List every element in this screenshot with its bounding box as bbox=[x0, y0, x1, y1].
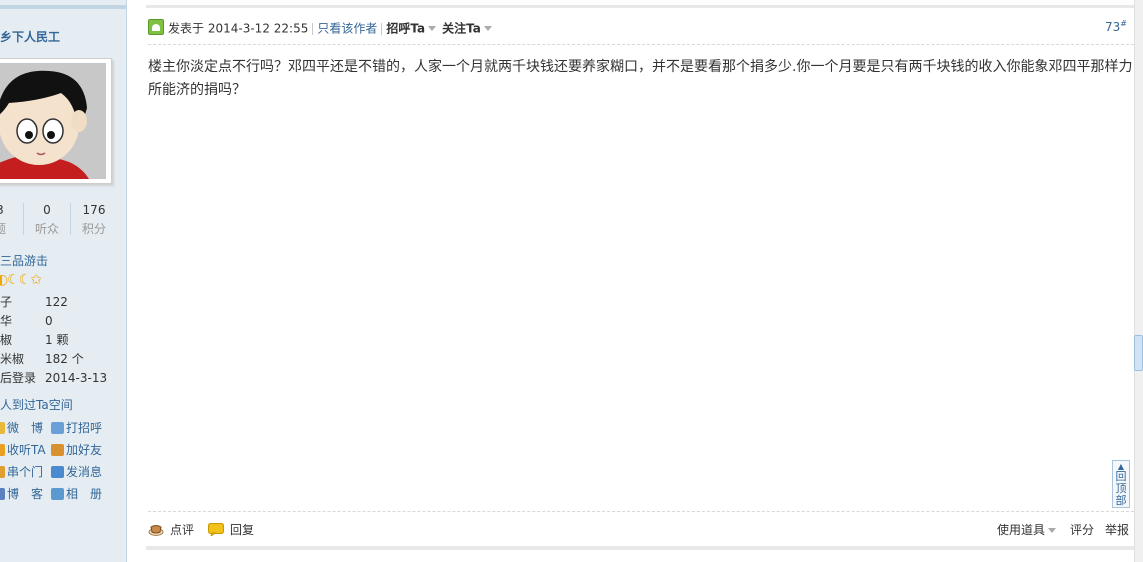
post-bottom-divider bbox=[146, 546, 1134, 550]
weibo-icon bbox=[0, 422, 5, 434]
chevron-down-icon bbox=[1048, 528, 1057, 533]
greet-label: 打招呼 bbox=[66, 421, 103, 435]
stat-points-count: 176 bbox=[82, 203, 106, 217]
online-status-icon bbox=[148, 19, 164, 35]
reply-button[interactable]: 回复 bbox=[208, 519, 254, 541]
info-row-digest: 华 0 bbox=[0, 312, 126, 331]
greet-ta-menu[interactable]: 招呼Ta bbox=[386, 22, 425, 36]
meta-divider bbox=[312, 22, 314, 35]
reply-label: 回复 bbox=[230, 523, 255, 537]
info-key: 后登录 bbox=[0, 371, 37, 385]
info-row-posts: 子 122 bbox=[0, 293, 126, 312]
post-footer: 点评 回复 使用道具 评分 举报 bbox=[148, 519, 1134, 541]
chevron-down-icon[interactable] bbox=[483, 26, 492, 31]
space-visitors-link[interactable]: 人到过Ta空间 bbox=[0, 396, 73, 413]
user-rank[interactable]: 三品游击 bbox=[0, 252, 48, 269]
info-value: 1 颗 bbox=[45, 333, 69, 347]
stat-topics-count: 3 bbox=[0, 201, 20, 220]
info-row-pepper: 椒 1 颗 bbox=[0, 331, 126, 350]
use-tools-menu[interactable]: 使用道具 bbox=[997, 519, 1062, 541]
album-label: 相 册 bbox=[66, 487, 103, 501]
report-label: 举报 bbox=[1105, 523, 1130, 537]
info-row-last-login: 后登录 2014-3-13 bbox=[0, 369, 126, 388]
follow-ta-menu[interactable]: 关注Ta bbox=[442, 22, 481, 36]
greet-link[interactable]: 打招呼 bbox=[51, 419, 102, 437]
posted-prefix: 发表于 bbox=[168, 21, 205, 36]
floor-value: 73 bbox=[1105, 20, 1121, 34]
post-meta: 发表于 2014-3-12 22:55 只看该作者 招呼Ta 关注Ta bbox=[148, 18, 498, 38]
send-message-link[interactable]: 发消息 bbox=[51, 463, 102, 481]
envelope-icon bbox=[51, 466, 64, 478]
stat-points[interactable]: 176 积分 bbox=[74, 201, 114, 239]
posted-time: 2014-3-12 22:55 bbox=[207, 21, 309, 36]
rate-label: 评分 bbox=[1070, 523, 1095, 537]
visit-label: 串个门 bbox=[7, 465, 44, 479]
sidebar-top-divider bbox=[0, 5, 126, 9]
post-content: 楼主你淡定点不行吗？邓四平还是不错的，人家一个月就两千块钱还要养家糊口，并不是要… bbox=[148, 59, 1133, 98]
footer-divider bbox=[148, 511, 1134, 512]
blog-icon bbox=[0, 488, 5, 500]
comment-button[interactable]: 点评 bbox=[148, 519, 194, 541]
info-key: 米椒 bbox=[0, 352, 25, 366]
report-button[interactable]: 举报 bbox=[1105, 519, 1129, 541]
comment-label: 点评 bbox=[170, 523, 195, 537]
blog-label: 博 客 bbox=[7, 487, 44, 501]
coffee-cup-icon bbox=[148, 525, 164, 536]
handshake-icon bbox=[51, 444, 64, 456]
info-key: 华 bbox=[0, 314, 13, 328]
avatar-image bbox=[0, 63, 106, 179]
stat-divider bbox=[70, 203, 71, 235]
info-row-millet-pepper: 米椒 182 个 bbox=[0, 350, 126, 369]
blog-link[interactable]: 博 客 bbox=[0, 485, 43, 503]
rate-button[interactable]: 评分 bbox=[1070, 519, 1094, 541]
info-value: 182 个 bbox=[45, 352, 84, 366]
add-friend-label: 加好友 bbox=[66, 443, 103, 457]
send-message-label: 发消息 bbox=[66, 465, 103, 479]
stat-divider bbox=[23, 203, 24, 235]
scrollbar-thumb[interactable] bbox=[1134, 335, 1143, 371]
info-key: 椒 bbox=[0, 333, 13, 347]
stat-listeners-count: 0 bbox=[43, 203, 51, 217]
stat-listeners[interactable]: 0 听众 bbox=[27, 201, 67, 239]
use-tools-label: 使用道具 bbox=[997, 523, 1046, 537]
chevron-down-icon[interactable] bbox=[428, 26, 437, 31]
info-value[interactable]: 0 bbox=[45, 312, 53, 331]
speech-bubble-icon bbox=[208, 523, 224, 536]
add-friend-link[interactable]: 加好友 bbox=[51, 441, 102, 459]
author-username[interactable]: 乡下人民工 bbox=[0, 28, 60, 45]
info-key: 子 bbox=[0, 295, 13, 309]
stat-topics[interactable]: 3 题 bbox=[0, 201, 20, 239]
stat-points-label: 积分 bbox=[81, 222, 106, 236]
only-author-link[interactable]: 只看该作者 bbox=[317, 22, 377, 36]
avatar[interactable] bbox=[0, 58, 112, 184]
stat-topics-label: 题 bbox=[0, 220, 20, 239]
header-divider bbox=[148, 44, 1134, 45]
follow-ta-link[interactable]: 收听TA bbox=[0, 441, 46, 459]
follow-ta-label: 收听TA bbox=[7, 443, 46, 457]
post-top-divider bbox=[146, 5, 1134, 8]
back-to-top-button[interactable]: ▲ 回 顶 部 bbox=[1112, 460, 1130, 508]
meta-divider bbox=[381, 22, 383, 35]
visit-link[interactable]: 串个门 bbox=[0, 463, 43, 481]
album-link[interactable]: 相 册 bbox=[51, 485, 102, 503]
info-value[interactable]: 122 bbox=[45, 293, 68, 312]
floor-number[interactable]: 73# bbox=[1105, 19, 1127, 34]
back-top-char-3: 部 bbox=[1115, 494, 1127, 507]
cartoon-avatar-icon bbox=[0, 63, 106, 179]
weibo-link[interactable]: 微 博 bbox=[0, 419, 43, 437]
author-sidebar: 乡下人民工 3 题 0 听众 176 积分 三品游击 bbox=[0, 0, 127, 562]
weibo-label: 微 博 bbox=[7, 421, 44, 435]
greet-icon bbox=[51, 422, 64, 434]
photo-album-icon bbox=[51, 488, 64, 500]
listen-icon bbox=[0, 444, 5, 456]
vertical-scrollbar[interactable] bbox=[1134, 0, 1143, 562]
info-value: 2014-3-13 bbox=[45, 371, 108, 385]
floor-mark: # bbox=[1120, 19, 1127, 28]
stat-listeners-label: 听众 bbox=[34, 222, 59, 236]
house-icon bbox=[0, 466, 5, 478]
rank-stars-icon: ◐☾☾✩ bbox=[0, 272, 42, 288]
